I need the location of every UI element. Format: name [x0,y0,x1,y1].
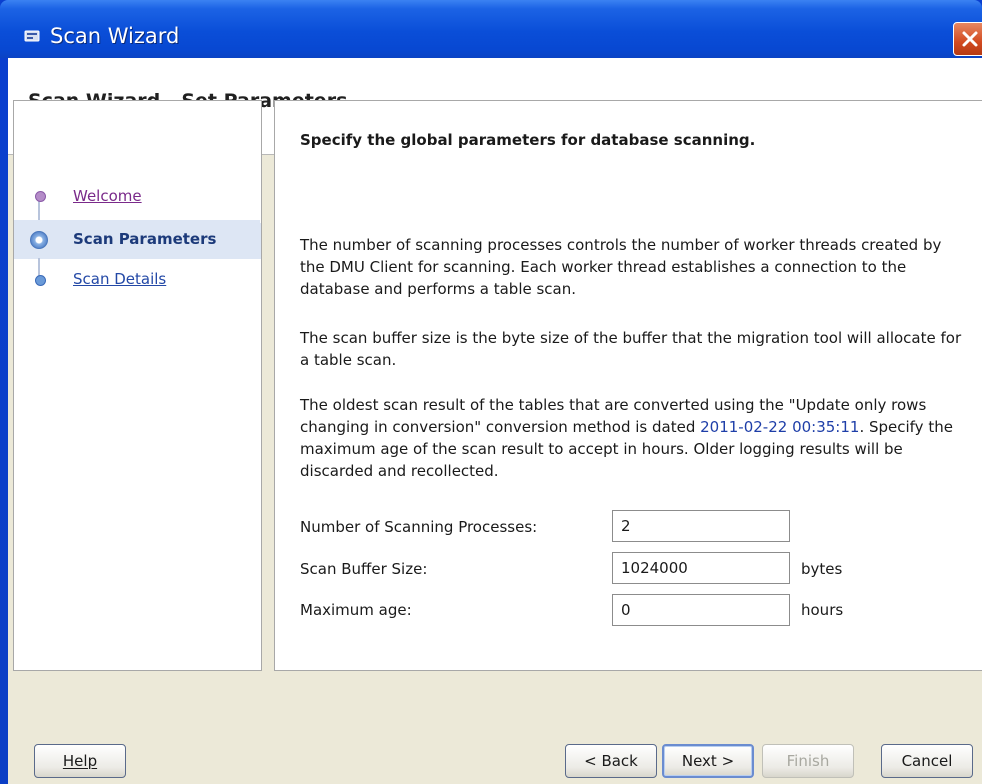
parameters-panel [274,100,982,671]
wizard-app-icon [24,30,40,42]
maximum-age-description: The oldest scan result of the tables tha… [300,394,970,482]
scanning-processes-description: The number of scanning processes control… [300,236,942,298]
nav-item-welcome[interactable]: Welcome [73,187,142,205]
nav-item-scan-details[interactable]: Scan Details [73,270,166,288]
nav-item-scan-parameters[interactable]: Scan Parameters [73,230,216,248]
finish-button: Finish [762,744,854,778]
wizard-steps-panel [13,100,262,671]
cancel-button-label: Cancel [901,752,953,770]
oldest-scan-date: 2011-02-22 00:35:11 [700,418,860,436]
back-button[interactable]: < Back [565,744,657,778]
help-button[interactable]: Help [34,744,126,778]
title-bar[interactable]: Scan Wizard [0,0,982,58]
next-button-label: Next > [681,752,735,770]
maximum-age-input[interactable] [612,594,790,626]
maximum-age-label: Maximum age: [300,601,412,619]
step-visited-bullet-icon [35,191,46,202]
content-heading: Specify the global parameters for databa… [300,131,756,149]
help-button-label: Help [62,752,98,770]
scanning-processes-input[interactable] [612,510,790,542]
buffer-size-label: Scan Buffer Size: [300,560,428,578]
back-button-label: < Back [584,752,638,770]
window-title: Scan Wizard [50,24,180,48]
scan-wizard-window: Scan Wizard Scan Wizard - Set Parameters… [0,0,982,784]
buffer-size-input[interactable] [612,552,790,584]
scanning-processes-label: Number of Scanning Processes: [300,518,538,536]
step-current-bullet-icon [30,231,48,249]
step-pending-bullet-icon [35,275,46,286]
buffer-size-unit: bytes [801,560,843,578]
maximum-age-unit: hours [801,601,844,619]
buffer-size-description: The scan buffer size is the byte size of… [300,329,962,369]
finish-button-label: Finish [786,752,830,770]
cancel-button[interactable]: Cancel [881,744,973,778]
next-button[interactable]: Next > [662,744,754,778]
close-icon [962,31,978,47]
close-button[interactable] [953,22,982,56]
